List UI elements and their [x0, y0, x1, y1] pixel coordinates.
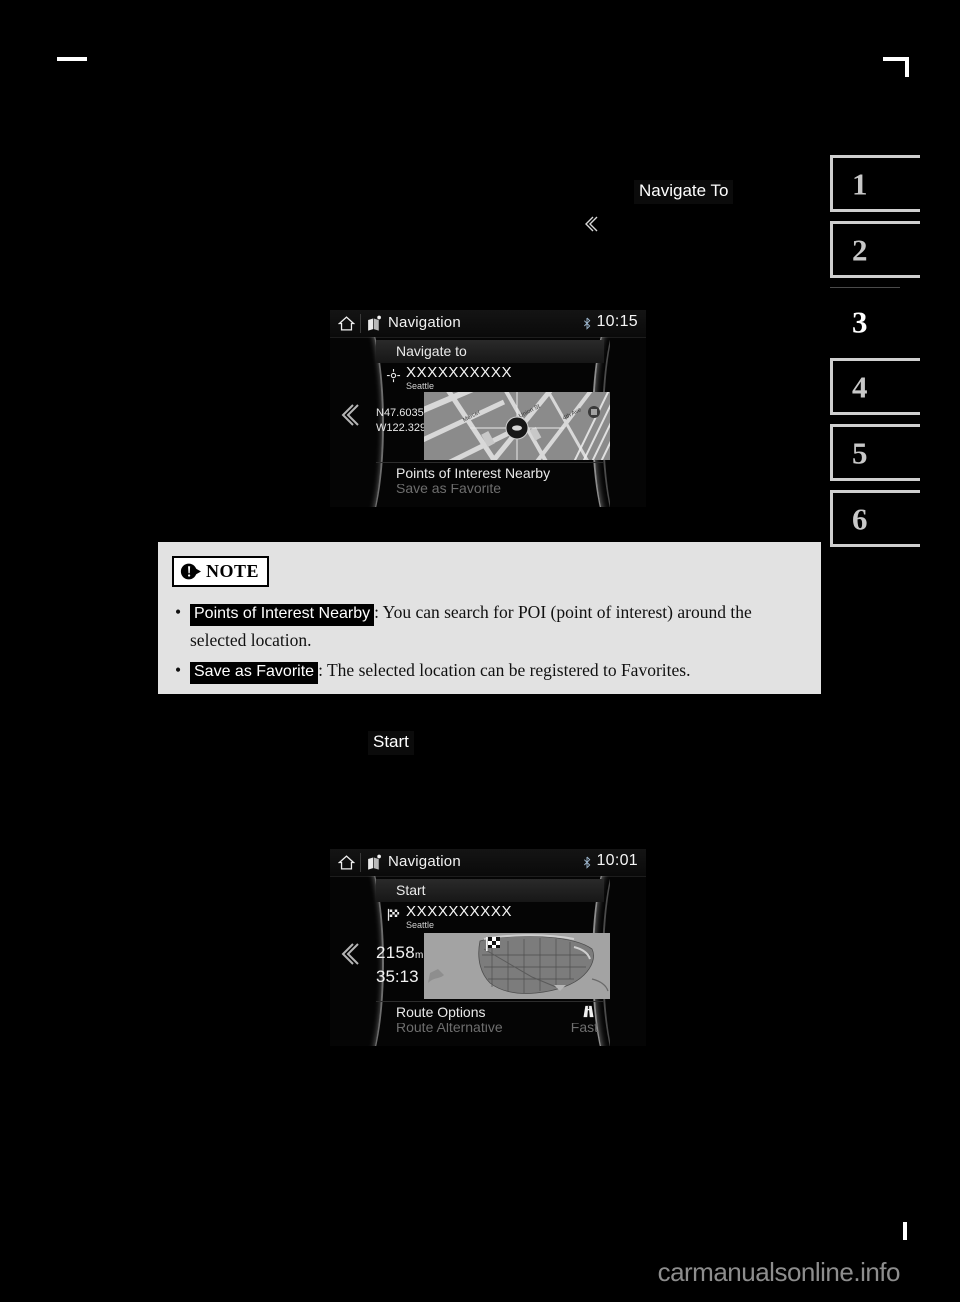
tab-frame — [830, 358, 920, 415]
chapter-tab-label: 1 — [852, 166, 868, 201]
note-list: • Points of Interest Nearby: You can sea… — [172, 598, 807, 686]
tab-divider — [830, 287, 900, 288]
waypoint-icon — [386, 368, 401, 383]
status-bar: Navigation 10:15 — [330, 310, 646, 338]
home-icon[interactable] — [338, 315, 355, 332]
bullet: • — [175, 660, 182, 680]
navigation-screenshot-2: Navigation 10:01 Start XXXXXXXXXX Seattl… — [330, 849, 646, 1046]
tab-frame — [830, 155, 920, 212]
note-text: : The selected location can be registere… — [318, 660, 691, 680]
clock: 10:01 — [596, 852, 638, 869]
checkered-flag-icon — [387, 908, 400, 921]
note-badge-label: NOTE — [206, 560, 260, 581]
screen-title: Navigation — [388, 314, 461, 331]
route-alternative-row-cut[interactable]: Route Alternative Fast — [376, 1023, 604, 1037]
poi-nearby-label: Points of Interest Nearby — [396, 465, 551, 481]
tab-frame — [830, 221, 920, 278]
chapter-tab-6[interactable]: 6 — [830, 490, 920, 547]
back-chevron-icon[interactable] — [336, 941, 360, 967]
bullet: • — [175, 602, 182, 622]
inline-key-navigate-to-wrap: Navigate To — [634, 180, 734, 204]
inline-key-navigate-to: Navigate To — [634, 180, 734, 204]
street-map-preview[interactable]: Mercer Union St 4th Ave — [424, 392, 610, 460]
list-header-row: Start — [376, 879, 604, 902]
route-map-preview[interactable] — [424, 933, 610, 999]
navigation-screenshot-1: Navigation 10:15 Navigate to XXXXXXXXXX … — [330, 310, 646, 507]
note-item: • Save as Favorite: The selected locatio… — [172, 656, 807, 684]
route-alternative-label: Route Alternative — [396, 1023, 503, 1035]
chapter-tab-label: 2 — [852, 232, 868, 267]
tab-frame — [830, 294, 920, 349]
destination-city: Seattle — [406, 381, 435, 391]
bluetooth-icon — [584, 856, 591, 869]
route-options-row[interactable]: Route Options — [376, 1001, 604, 1023]
note-key-poi-nearby: Points of Interest Nearby — [190, 604, 375, 626]
clock: 10:15 — [596, 313, 638, 330]
tab-frame — [830, 490, 920, 547]
nav-screen: Navigation 10:15 Navigate to XXXXXXXXXX … — [330, 310, 646, 507]
inline-key-start: Start — [368, 731, 414, 755]
note-item: • Points of Interest Nearby: You can sea… — [172, 598, 807, 654]
chapter-tab-4[interactable]: 4 — [830, 358, 920, 415]
home-icon[interactable] — [338, 854, 355, 871]
chapter-tab-label: 4 — [852, 369, 868, 404]
exclamation-speech-icon — [180, 561, 201, 582]
crop-mark-bottom-right — [903, 1222, 907, 1240]
route-metrics: 2158mi 35:13 — [376, 943, 426, 987]
inline-key-start-wrap: Start — [368, 731, 414, 755]
crop-mark-top-left — [57, 57, 87, 61]
list-header-label: Start — [396, 882, 426, 898]
status-divider — [360, 314, 361, 333]
back-chevron-icon[interactable] — [336, 402, 360, 428]
note-key-save-favorite: Save as Favorite — [190, 662, 319, 684]
destination-name: XXXXXXXXXX — [406, 364, 513, 381]
note-box: NOTE • Points of Interest Nearby: You ca… — [158, 542, 821, 694]
route-alternative-value: Fast — [570, 1023, 598, 1035]
usa-map-graphic — [424, 933, 610, 999]
navigation-icon — [368, 854, 381, 870]
save-favorite-row-cut[interactable]: Save as Favorite — [376, 484, 604, 498]
bluetooth-icon — [584, 317, 591, 330]
highway-icon — [583, 1005, 594, 1018]
back-chevron-icon — [585, 216, 598, 232]
poi-nearby-row[interactable]: Points of Interest Nearby — [376, 462, 604, 484]
chapter-tab-1[interactable]: 1 — [830, 155, 920, 212]
chapter-tab-2[interactable]: 2 — [830, 221, 920, 278]
destination-name: XXXXXXXXXX — [406, 903, 513, 920]
chapter-tab-label: 5 — [852, 435, 868, 470]
crop-mark-top-right-vert — [905, 57, 909, 77]
navigation-icon — [368, 315, 381, 331]
route-distance: 2158mi — [376, 943, 426, 963]
street-map-graphic: Mercer Union St 4th Ave — [424, 392, 610, 460]
list-header-row: Navigate to — [376, 340, 604, 363]
nav-screen: Navigation 10:01 Start XXXXXXXXXX Seattl… — [330, 849, 646, 1046]
chapter-tab-label: 6 — [852, 501, 868, 536]
footer-watermark: carmanualsonline.info — [657, 1257, 901, 1287]
chapter-tab-label: 3 — [852, 304, 868, 339]
route-options-label: Route Options — [396, 1004, 486, 1020]
status-divider — [360, 853, 361, 872]
distance-value: 2158 — [376, 943, 416, 962]
list-header-label: Navigate to — [396, 343, 467, 359]
inline-key-back-chevron-icon — [578, 212, 602, 236]
chapter-tab-3[interactable]: 3 — [830, 294, 920, 349]
screen-title: Navigation — [388, 853, 461, 870]
chapter-tab-rail: 1 2 3 4 5 6 — [830, 155, 920, 556]
tab-frame — [830, 424, 920, 481]
status-bar: Navigation 10:01 — [330, 849, 646, 877]
route-travel-time: 35:13 — [376, 967, 419, 986]
save-favorite-label: Save as Favorite — [396, 484, 502, 496]
destination-city: Seattle — [406, 920, 435, 930]
note-badge: NOTE — [172, 556, 270, 587]
chapter-tab-5[interactable]: 5 — [830, 424, 920, 481]
